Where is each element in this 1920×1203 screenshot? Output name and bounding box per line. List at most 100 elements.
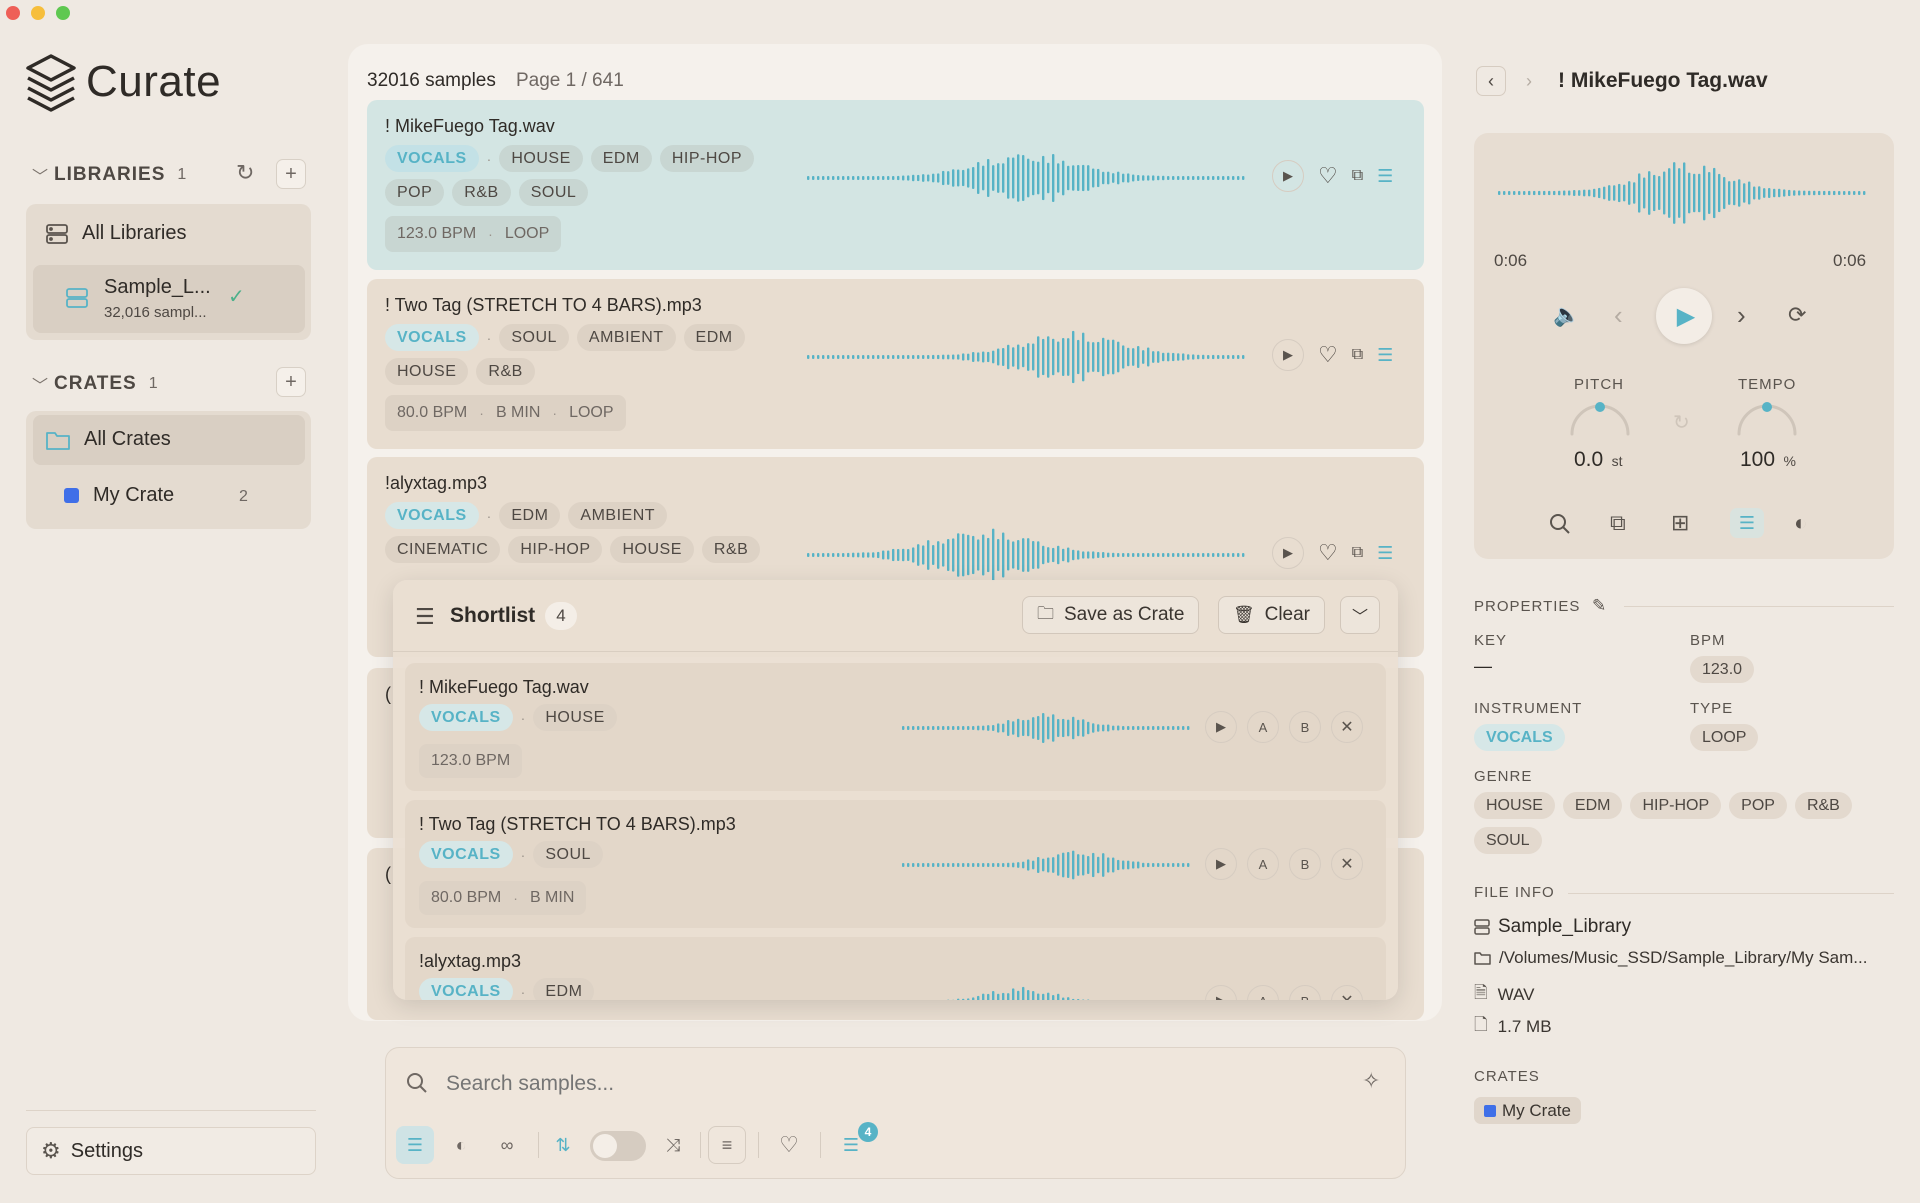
bpm-tag[interactable]: 123.0	[1690, 656, 1755, 683]
genre-tag[interactable]: R&B	[452, 179, 511, 206]
genre-tag[interactable]: HOUSE	[610, 536, 694, 563]
shortlist-item[interactable]: ! Two Tag (STRETCH TO 4 BARS).mp3 VOCALS…	[405, 800, 1386, 928]
genre-tag[interactable]: SOUL	[518, 179, 589, 206]
compare-a-button[interactable]: A	[1247, 711, 1279, 743]
instrument-tag[interactable]: VOCALS	[419, 841, 513, 868]
genre-tag[interactable]: HOUSE	[385, 358, 469, 385]
genre-tag[interactable]: CINEMATIC	[385, 536, 501, 563]
pitch-knob[interactable]	[1566, 398, 1634, 438]
genre-tag[interactable]: AMBIENT	[576, 324, 676, 351]
remove-icon[interactable]: ✕	[1331, 848, 1363, 880]
play-icon[interactable]: ▶	[1205, 711, 1237, 743]
sort-icon[interactable]: ⇅	[544, 1126, 582, 1164]
add-to-shortlist-icon[interactable]: ☰	[1377, 543, 1393, 564]
duplicate-icon[interactable]: ⧉	[1352, 167, 1363, 185]
play-icon[interactable]: ▶	[1205, 848, 1237, 880]
refresh-icon[interactable]: ↻	[236, 160, 254, 186]
compare-b-button[interactable]: B	[1289, 985, 1321, 1000]
shuffle-icon[interactable]: ⤨	[654, 1126, 692, 1164]
shortlist-icon[interactable]: ☰	[1730, 508, 1764, 538]
libraries-header[interactable]: ﹀ LIBRARIES 1	[32, 163, 186, 187]
heart-icon[interactable]: ♡	[1318, 163, 1338, 189]
search-input[interactable]	[446, 1066, 1346, 1102]
compare-b-button[interactable]: B	[1289, 848, 1321, 880]
compare-a-button[interactable]: A	[1247, 985, 1279, 1000]
instrument-tag[interactable]: VOCALS	[385, 502, 479, 529]
genre-tag[interactable]: HIP-HOP	[1630, 792, 1722, 819]
compare-b-button[interactable]: B	[1289, 711, 1321, 743]
crates-header[interactable]: ﹀ CRATES 1	[32, 372, 158, 396]
minimize-window-button[interactable]	[31, 6, 45, 20]
genre-tag[interactable]: POP	[1729, 792, 1787, 819]
genre-tag[interactable]: EDM	[1562, 792, 1623, 819]
genre-tag[interactable]: HOUSE	[499, 145, 583, 172]
heart-icon[interactable]: ♡	[1318, 540, 1338, 566]
planet-icon[interactable]: ◐	[1794, 510, 1807, 536]
type-tag[interactable]: LOOP	[1690, 724, 1759, 751]
genre-tag[interactable]: SOUL	[533, 841, 603, 868]
heart-icon[interactable]: ♡	[1318, 342, 1338, 368]
add-library-button[interactable]: +	[276, 159, 306, 189]
volume-icon[interactable]: 🔈	[1553, 302, 1580, 328]
list-view-button[interactable]: ☰	[396, 1126, 434, 1164]
waveform[interactable]	[902, 848, 1192, 882]
instrument-tag[interactable]: VOCALS	[419, 704, 513, 731]
genre-tag[interactable]: EDM	[590, 145, 652, 172]
duplicate-icon[interactable]: ⧉	[1352, 346, 1363, 364]
add-to-crate-icon[interactable]: ⊞	[1671, 510, 1689, 536]
planet-icon[interactable]: ◐	[442, 1126, 480, 1164]
compare-a-button[interactable]: A	[1247, 848, 1279, 880]
previous-icon[interactable]: ‹	[1614, 300, 1623, 331]
genre-tag[interactable]: R&B	[701, 536, 761, 563]
next-icon[interactable]: ›	[1737, 300, 1746, 331]
play-icon[interactable]: ▶	[1205, 985, 1237, 1000]
crate-tag[interactable]: My Crate	[1474, 1097, 1581, 1124]
sample-row[interactable]: ! Two Tag (STRETCH TO 4 BARS).mp3 VOCALS…	[367, 279, 1424, 449]
tempo-knob[interactable]	[1733, 398, 1801, 438]
genre-tag[interactable]: HOUSE	[533, 704, 617, 731]
waveform[interactable]	[902, 985, 1192, 1000]
close-window-button[interactable]	[6, 6, 20, 20]
loop-icon[interactable]: ⟳	[1788, 302, 1806, 328]
genre-tag[interactable]: HOUSE	[1474, 792, 1555, 819]
waveform[interactable]	[902, 711, 1192, 745]
waveform[interactable]	[807, 150, 1247, 206]
instrument-tag[interactable]: VOCALS	[385, 145, 479, 172]
genre-tag[interactable]: HIP-HOP	[659, 145, 754, 172]
clear-shortlist-button[interactable]: 🗑 Clear	[1218, 596, 1325, 634]
instrument-tag[interactable]: VOCALS	[1474, 724, 1565, 751]
play-icon[interactable]: ▶	[1272, 160, 1304, 192]
sidebar-item-my-crate[interactable]: My Crate	[64, 484, 174, 507]
play-icon[interactable]: ▶	[1272, 339, 1304, 371]
genre-tag[interactable]: SOUL	[499, 324, 569, 351]
shortlist-item[interactable]: !alyxtag.mp3 VOCALS · EDM ▶ A B ✕	[405, 937, 1386, 1000]
path-row[interactable]: /Volumes/Music_SSD/Sample_Library/My Sam…	[1474, 948, 1894, 968]
shortlist-item[interactable]: ! MikeFuego Tag.wav VOCALS · HOUSE 123.0…	[405, 663, 1386, 791]
genre-tag[interactable]: R&B	[476, 358, 535, 385]
player-waveform[interactable]	[1498, 158, 1868, 228]
duplicate-icon[interactable]: ⧉	[1610, 510, 1626, 536]
sample-row[interactable]: ! MikeFuego Tag.wav VOCALS · HOUSE EDM H…	[367, 100, 1424, 270]
waveform[interactable]	[807, 527, 1247, 583]
genre-tag[interactable]: HIP-HOP	[508, 536, 603, 563]
save-as-crate-button[interactable]: 🗀 Save as Crate	[1022, 596, 1200, 634]
genre-tag[interactable]: POP	[385, 179, 445, 206]
sidebar-item-all-libraries[interactable]: All Libraries	[46, 222, 186, 245]
add-crate-button[interactable]: +	[276, 367, 306, 397]
reset-icon[interactable]: ↻	[1673, 410, 1690, 435]
waveform[interactable]	[807, 329, 1247, 385]
edit-icon[interactable]: ✎	[1592, 596, 1606, 616]
play-icon[interactable]: ▶	[1272, 537, 1304, 569]
instrument-tag[interactable]: VOCALS	[419, 978, 513, 1000]
sparkle-icon[interactable]: ✧	[1362, 1068, 1380, 1094]
instrument-tag[interactable]: VOCALS	[385, 324, 479, 351]
genre-tag[interactable]: R&B	[1794, 792, 1852, 819]
genre-tag[interactable]: SOUL	[1474, 827, 1542, 854]
forward-button[interactable]: ›	[1514, 66, 1544, 96]
zoom-window-button[interactable]	[56, 6, 70, 20]
shuffle-toggle[interactable]	[590, 1131, 646, 1161]
remove-icon[interactable]: ✕	[1331, 711, 1363, 743]
binoculars-icon[interactable]: ∞	[488, 1126, 526, 1164]
collapse-shortlist-button[interactable]: ﹀	[1340, 596, 1380, 634]
genre-tag[interactable]: EDM	[499, 502, 561, 529]
